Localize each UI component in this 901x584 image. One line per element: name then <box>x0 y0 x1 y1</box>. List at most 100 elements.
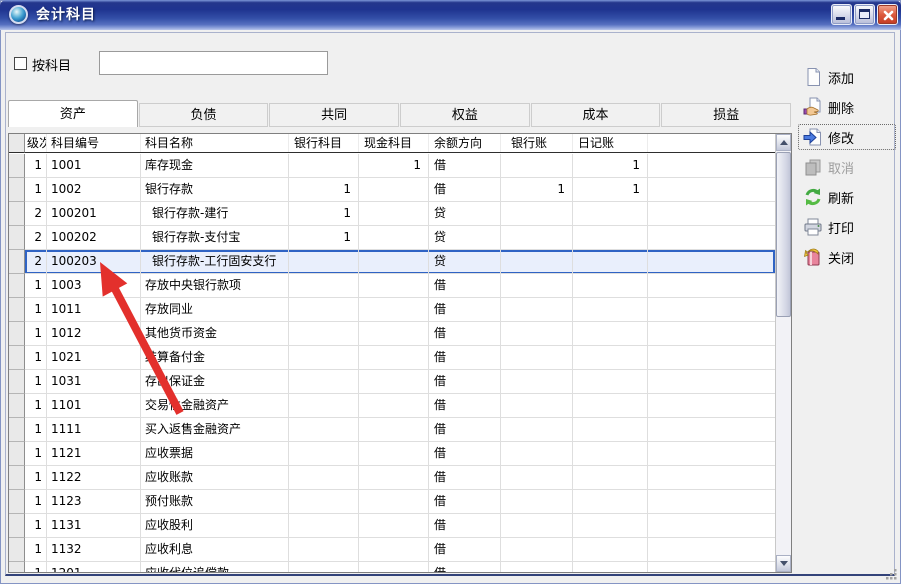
column-header[interactable]: 级次 <box>25 134 47 152</box>
resize-grip[interactable] <box>885 568 898 581</box>
row-selector-gutter[interactable] <box>9 418 25 442</box>
column-header[interactable]: 日记账 <box>573 134 648 152</box>
column-header[interactable]: 现金科目 <box>359 134 429 152</box>
row-body[interactable]: 2100201银行存款-建行1贷 <box>25 202 775 226</box>
row-selector-gutter[interactable] <box>9 442 25 466</box>
close-icon <box>880 7 897 28</box>
close-button[interactable] <box>877 4 898 25</box>
cell-direction: 借 <box>429 178 501 202</box>
cell-name: 买入返售金融资产 <box>141 418 289 442</box>
column-header[interactable]: 银行科目 <box>289 134 359 152</box>
row-selector-gutter[interactable] <box>9 322 25 346</box>
cell-code: 1002 <box>47 178 141 202</box>
cell-bank-subject <box>289 514 359 538</box>
row-body[interactable]: 11123预付账款借 <box>25 490 775 514</box>
row-selector-gutter[interactable] <box>9 490 25 514</box>
accounts-table: 级次科目编号科目名称银行科目现金科目余额方向银行账日记账 11001库存现金1借… <box>8 133 792 573</box>
row-selector-gutter[interactable] <box>9 562 25 573</box>
modify-icon <box>803 127 823 147</box>
cell-level: 1 <box>25 490 47 514</box>
cell-filler <box>648 418 775 442</box>
cell-bank-account <box>501 250 573 274</box>
cell-journal <box>573 538 648 562</box>
cell-filler <box>648 442 775 466</box>
window: 会计科目 按科目 资产负债共同权益成本损益 级次科目编号科目名称银行科目现金科目… <box>0 0 901 584</box>
table-row: 11012其他货币资金借 <box>9 322 775 346</box>
row-body[interactable]: 11031存出保证金借 <box>25 370 775 394</box>
row-selector-gutter[interactable] <box>9 202 25 226</box>
tab-4[interactable]: 权益 <box>400 103 530 127</box>
column-header[interactable]: 余额方向 <box>429 134 501 152</box>
row-body[interactable]: 11003存放中央银行款项借 <box>25 274 775 298</box>
cell-journal <box>573 370 648 394</box>
scroll-down-button[interactable] <box>776 555 791 572</box>
row-body[interactable]: 11111买入返售金融资产借 <box>25 418 775 442</box>
cell-cash-subject: 1 <box>359 154 429 178</box>
scroll-up-button[interactable] <box>776 134 791 151</box>
cell-filler <box>648 514 775 538</box>
refresh-button[interactable]: 刷新 <box>798 184 896 210</box>
cell-name: 其他货币资金 <box>141 322 289 346</box>
cell-filler <box>648 490 775 514</box>
cell-cash-subject <box>359 394 429 418</box>
modify-button[interactable]: 修改 <box>798 124 896 150</box>
row-body[interactable]: 11012其他货币资金借 <box>25 322 775 346</box>
table-row: 11132应收利息借 <box>9 538 775 562</box>
row-body[interactable]: 11021结算备付金借 <box>25 346 775 370</box>
row-selector-gutter[interactable] <box>9 394 25 418</box>
tab-1[interactable]: 资产 <box>8 100 138 127</box>
row-body[interactable]: 11201应收代位追偿款借 <box>25 562 775 573</box>
close-book-button[interactable]: 关闭 <box>798 244 896 270</box>
minimize-button[interactable] <box>831 4 852 25</box>
row-selector-gutter[interactable] <box>9 274 25 298</box>
cell-direction: 借 <box>429 274 501 298</box>
cell-journal <box>573 202 648 226</box>
row-selector-gutter[interactable] <box>9 370 25 394</box>
row-selector-gutter[interactable] <box>9 226 25 250</box>
row-selector-gutter[interactable] <box>9 178 25 202</box>
row-body[interactable]: 11121应收票据借 <box>25 442 775 466</box>
table-row: 11121应收票据借 <box>9 442 775 466</box>
column-header[interactable]: 科目编号 <box>47 134 141 152</box>
subject-search-input[interactable] <box>99 51 328 75</box>
row-body[interactable]: 11101交易性金融资产借 <box>25 394 775 418</box>
tab-3[interactable]: 共同 <box>269 103 399 127</box>
tab-5[interactable]: 成本 <box>531 103 661 127</box>
row-body[interactable]: 2100202银行存款-支付宝1贷 <box>25 226 775 250</box>
tab-6[interactable]: 损益 <box>661 103 791 127</box>
vertical-scrollbar[interactable] <box>775 134 791 572</box>
column-header[interactable]: 科目名称 <box>141 134 289 152</box>
row-selector-gutter[interactable] <box>9 466 25 490</box>
cell-journal: 1 <box>573 154 648 178</box>
row-body[interactable]: 2100203银行存款-工行固安支行贷 <box>25 250 775 274</box>
maximize-button[interactable] <box>854 4 875 25</box>
row-body[interactable]: 11131应收股利借 <box>25 514 775 538</box>
delete-button[interactable]: 删除 <box>798 94 896 120</box>
tab-2[interactable]: 负债 <box>139 103 269 127</box>
row-body[interactable]: 11001库存现金1借1 <box>25 154 775 178</box>
row-body[interactable]: 11122应收账款借 <box>25 466 775 490</box>
row-body[interactable]: 11002银行存款1借11 <box>25 178 775 202</box>
by-subject-checkbox[interactable] <box>14 57 27 70</box>
cell-bank-account <box>501 274 573 298</box>
row-selector-gutter[interactable] <box>9 346 25 370</box>
cell-name: 应收账款 <box>141 466 289 490</box>
row-selector-gutter[interactable] <box>9 298 25 322</box>
row-body[interactable]: 11132应收利息借 <box>25 538 775 562</box>
cancel-button[interactable]: 取消 <box>798 154 896 180</box>
triangle-up-icon <box>780 140 788 145</box>
button-label: 取消 <box>828 158 854 177</box>
row-selector-gutter[interactable] <box>9 538 25 562</box>
titlebar[interactable]: 会计科目 <box>0 0 901 30</box>
cell-bank-subject <box>289 442 359 466</box>
scrollbar-thumb[interactable] <box>776 152 791 317</box>
row-selector-gutter[interactable] <box>9 154 25 178</box>
row-selector-gutter[interactable] <box>9 250 25 274</box>
add-button[interactable]: 添加 <box>798 64 896 90</box>
cell-level: 2 <box>25 226 47 250</box>
row-selector-gutter[interactable] <box>9 514 25 538</box>
print-button[interactable]: 打印 <box>798 214 896 240</box>
row-body[interactable]: 11011存放同业借 <box>25 298 775 322</box>
cell-cash-subject <box>359 250 429 274</box>
column-header[interactable]: 银行账 <box>501 134 573 152</box>
